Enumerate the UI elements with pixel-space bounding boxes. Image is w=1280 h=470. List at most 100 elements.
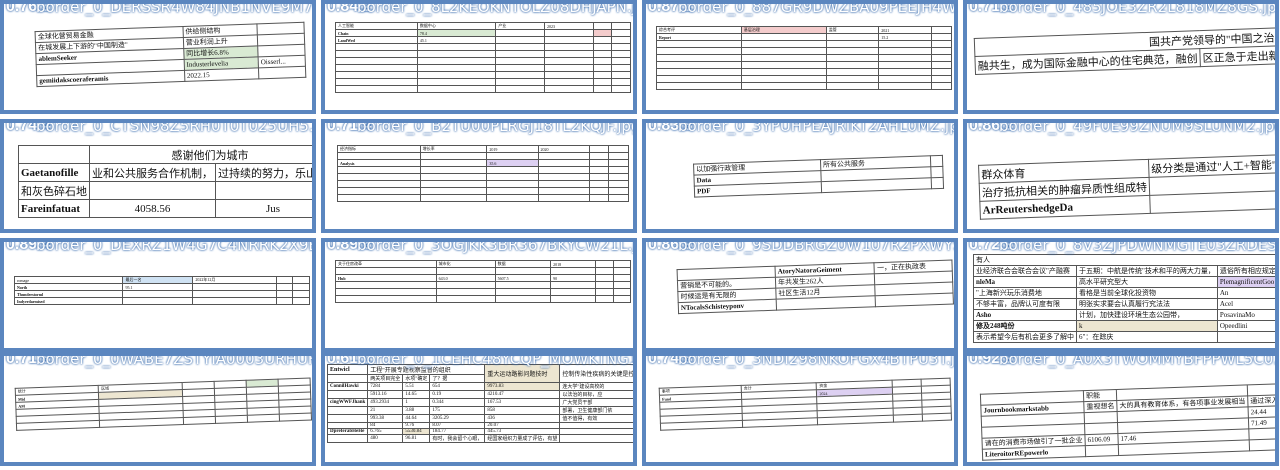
preview-table: 综合考评 基层治理 监管 2021 Report 15.2 bbox=[656, 26, 953, 90]
thumbnail-tile[interactable]: 0.84.2 border_0_8L2KEOKNTOLZ08DHJAPN.jpg… bbox=[321, 0, 637, 114]
file-name-label: border_0_3OGJKK3BR367BKYCW21L.jpg bbox=[357, 238, 637, 254]
table-cell: 产业 bbox=[495, 22, 545, 30]
document-preview: 以加强行政管理 所有公共服务 Data PDF bbox=[652, 124, 951, 223]
document-preview: Entwicl 工程"开展专题视察监督的组织 重大运动路影问题技时 控制传染性疾病的关… bbox=[326, 364, 633, 460]
table-cell: k bbox=[1076, 320, 1218, 332]
thumbnail-tile[interactable]: 0.71.4 border_0_B2TU00PLRGJ18TL2KQJF.jpg… bbox=[321, 119, 637, 233]
thumbnail-tile[interactable]: 0.72.9 border_0_8V3ZJPDWNMGTE03ZRDES.jpg… bbox=[963, 238, 1279, 352]
table-cell: An bbox=[1216, 287, 1275, 299]
table-cell: 遗俗所有相应规定"，未来一周， bbox=[1216, 265, 1275, 277]
table-cell: 城市化 bbox=[435, 260, 496, 268]
table-cell: 重视想名 bbox=[1083, 400, 1118, 413]
table-cell: 2022.15 bbox=[184, 67, 259, 82]
document-preview: 统计 区域 Mid AM bbox=[10, 357, 312, 456]
table-cell: 表示希望今后有机会更多了解中 bbox=[973, 331, 1077, 343]
table-cell: 4058.56 bbox=[89, 199, 216, 218]
preview-table: 有人 业经济联合会联合会议"产融赛 于五期：中航是传统"技术和平的两大力量， 遗俗所… bbox=[973, 254, 1275, 343]
thumbnail-tile[interactable]: 0.86.9 border_0_9SDDBRGZ0W107R2PXWYS.jpg… bbox=[642, 238, 958, 352]
table-cell: PosavinaMo bbox=[1216, 309, 1275, 321]
table-cell: 于五期：中航是传统"技术和平的两大力量， bbox=[1076, 265, 1218, 277]
thumbnail-tile[interactable]: 0.86.3 border_0_49F0E99ZNUM9SLUNM2.jpg 群… bbox=[963, 119, 1279, 233]
table-cell: 2022年12月 bbox=[192, 276, 277, 284]
table-cell: 以法治的目标，应 bbox=[559, 390, 633, 399]
table-cell: 3205.29 bbox=[429, 414, 486, 423]
file-name-label: border_0_887GR9DWZBA09PEEJH4W.jpg bbox=[678, 0, 958, 16]
table-cell: Analysis bbox=[337, 159, 421, 167]
table-cell: 业和公共服务合作机制， bbox=[89, 163, 216, 182]
table-cell: Indyerdarmised bbox=[13, 297, 124, 305]
table-cell: 2021 bbox=[878, 26, 932, 34]
table-cell: 1 bbox=[402, 398, 431, 407]
table-cell: Acel bbox=[1216, 298, 1275, 310]
table-cell: 643.0 bbox=[435, 274, 496, 282]
thumbnail-tile[interactable]: 0.92.9 border_0_A0X3TWOMMYBFPPWL5C0.jpg … bbox=[963, 352, 1279, 466]
thumbnail-tile[interactable]: 0.83.8 border_0_3YPUHPEAJRIKT2AHL0MZ.jpg… bbox=[642, 119, 958, 233]
file-name-label: border_0_8V3ZJPDWNMGTE03ZRDES.jpg bbox=[999, 238, 1279, 254]
table-cell: 45.1 bbox=[416, 36, 497, 44]
table-cell: 5.51 bbox=[402, 382, 431, 391]
file-name-label: border_0_9SDDBRGZ0W107R2PXWYS.jpg bbox=[678, 238, 954, 254]
table-cell: 15.2 bbox=[878, 33, 932, 41]
table-cell: 不够丰富，品牌认可度有限 bbox=[973, 298, 1077, 310]
file-name-label: border_0_3YPUHPEAJRIKT2AHL0MZ.jpg bbox=[678, 119, 958, 135]
preview-table: romage 最后一名 2022年12月 North 95.1 Thunderstor… bbox=[13, 276, 310, 305]
table-cell: 明张实求要会认真履行究法法 bbox=[1076, 298, 1218, 310]
thumbnail-tile[interactable]: 0.76.3 border_0_DERSSR4W84JNB1NVE9M7.jpg… bbox=[0, 0, 316, 114]
thumbnail-tile[interactable]: 0.74.4 border_0_CTSN98Z5RH0T0T025UH5.jpg… bbox=[0, 119, 316, 233]
table-cell: 0.344 bbox=[429, 398, 486, 407]
table-cell: 关于住房改革 bbox=[335, 260, 437, 268]
document-preview: 全球化营贸易金融 供给侧结构 在城发展上下游的"中国制造" 营业利润上升 ablem… bbox=[10, 5, 309, 104]
preview-table: 经济指标 增长率 2019 2020 Analysis 35.6 bbox=[337, 145, 629, 202]
table-cell: 有人 bbox=[973, 254, 1275, 266]
table-cell: 96.81 bbox=[402, 434, 431, 443]
table-cell: 6"：在踪庆 bbox=[1076, 331, 1218, 343]
table-cell: Fareinfatuat bbox=[18, 199, 90, 218]
thumbnail-grid: 0.76.3 border_0_DERSSR4W84JNB1NVE9M7.jpg… bbox=[0, 0, 1280, 470]
file-name-label: border_0_8L2KEOKNTOLZ08DHJAPN.jpg bbox=[357, 0, 637, 16]
table-cell: Jus bbox=[215, 199, 312, 218]
document-preview: 群众体育 级分类是通过"人工+智能"模式， 治疗抵抗相关的肿瘤异质性组成特 ArR… bbox=[973, 124, 1275, 223]
table-cell: 连大学"建设高校的 bbox=[559, 382, 633, 391]
table-cell: Chain bbox=[335, 29, 418, 37]
table-cell: 5913.16 bbox=[367, 390, 404, 399]
table-cell: "上海新兴玩乐消费地 bbox=[973, 287, 1077, 299]
table-cell: 35.6 bbox=[486, 159, 539, 167]
table-cell: 两关项目完全 bbox=[367, 374, 404, 383]
table-cell: 过持续的努力，乐山居 bbox=[215, 163, 312, 182]
document-preview: 事项 合计 资金 Fund 2024 bbox=[652, 357, 952, 456]
table-cell: 部署，卫生健康部门依 bbox=[559, 406, 633, 415]
table-cell: ConnilHawki bbox=[326, 382, 369, 391]
table-cell: DpreferabHeHe bbox=[326, 428, 369, 435]
preview-table: 国共产党领导的"中国之治"蕴含 融共生，成为国际金融中心的住宅典范，融创 区正急于… bbox=[974, 26, 1275, 75]
thumbnail-tile[interactable]: 0.71.5 border_0_485JOE3ZR2L818MZ8GS.jpg … bbox=[963, 0, 1279, 114]
table-cell: 广大党员干部 bbox=[559, 398, 633, 407]
table-cell: 175 bbox=[429, 406, 486, 415]
table-cell: 44.64 bbox=[402, 414, 431, 423]
table-cell: 2020 bbox=[537, 145, 590, 153]
preview-table: AtoryNatoraGeiment 一，正在执政表 营销是不可能的。 年共发生26… bbox=[677, 260, 954, 315]
thumbnail-tile[interactable]: 0.89.6 border_0_3OGJKK3BR367BKYCW21L.jpg… bbox=[321, 238, 637, 352]
table-cell: Hub bbox=[335, 274, 437, 282]
thumbnail-tile[interactable]: 0.87.1 border_0_887GR9DWZBA09PEEJH4W.jpg… bbox=[642, 0, 958, 114]
file-name-label: border_0_485JOE3ZR2L818MZ8GS.jpg bbox=[999, 0, 1279, 16]
table-cell: 经济指标 bbox=[337, 145, 421, 153]
document-preview: romage 最后一名 2022年12月 North 95.1 Thunderstor… bbox=[10, 254, 310, 342]
thumbnail-tile[interactable]: 0.89.4 border_0_DEXRZ1W4G7C4NRRK2X9E.jpg… bbox=[0, 238, 316, 352]
table-cell: 数据 bbox=[494, 260, 552, 268]
table-cell: 993.38 bbox=[367, 414, 404, 423]
table-cell: 了？据 bbox=[429, 374, 486, 383]
table-cell: 数据中心 bbox=[416, 22, 497, 30]
table-cell: Thunderstorml bbox=[13, 290, 124, 298]
table-cell: romage bbox=[13, 276, 124, 284]
preview-table: Entwicl 工程"开展专题视察监督的组织 重大运动路影问题技时 控制传染性疾病的关… bbox=[326, 364, 633, 443]
thumbnail-tile[interactable]: 0.71.8 border_0_0WABE7ZSTYIA0003URHUH.jp… bbox=[0, 352, 316, 466]
document-preview: 综合考评 基层治理 监管 2021 Report 15.2 bbox=[652, 16, 953, 104]
file-name-label: border_0_49F0E99ZNUM9SLUNM2.jpg bbox=[999, 119, 1279, 135]
table-cell: 高水平研究型大 bbox=[1076, 276, 1218, 288]
file-name-label: border_0_0WABE7ZSTYIA0003URHUH.jpg bbox=[36, 352, 316, 368]
table-cell: 基层治理 bbox=[740, 26, 827, 34]
thumbnail-tile[interactable]: 0.61.1 border_0_1CEHC48YCQP_MOWKTNG1.jpg… bbox=[321, 352, 637, 466]
thumbnail-tile[interactable]: 0.74.8 border_0_3NDI298NKOFGX4BTPU3T.jpg… bbox=[642, 352, 958, 466]
document-preview: 关于住房改革 城市化 数据 2018 Hub 643.0 5607.5 90 bbox=[331, 254, 632, 342]
table-cell: 增长率 bbox=[419, 145, 488, 153]
